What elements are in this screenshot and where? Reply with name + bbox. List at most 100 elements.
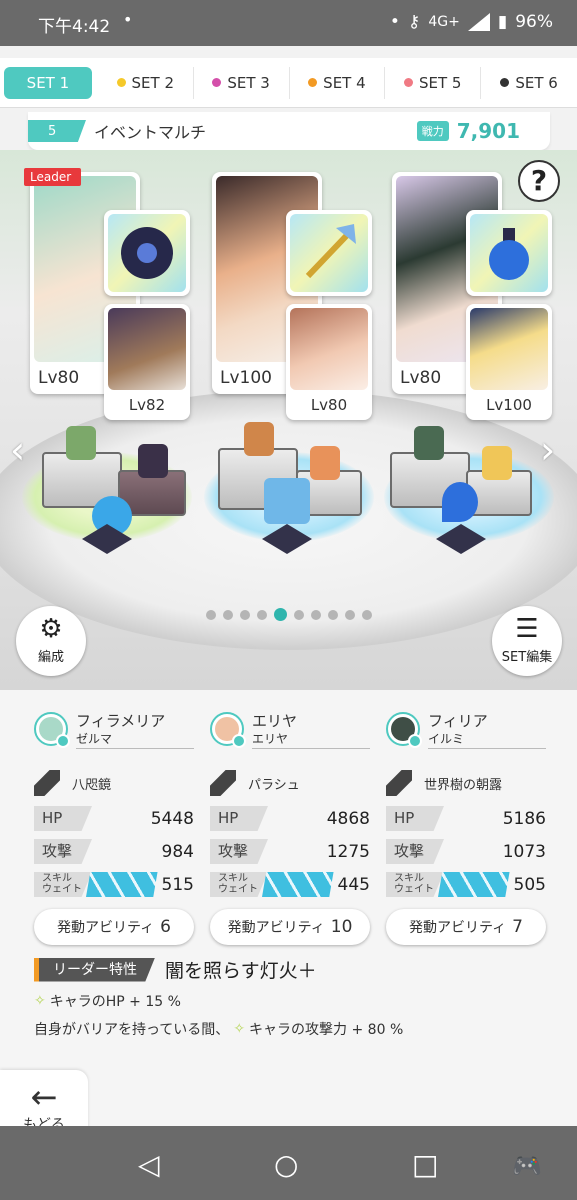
ability-button[interactable]: 発動アビリティ 10 xyxy=(210,909,370,945)
hp-value: 4868 xyxy=(326,808,370,829)
member-header[interactable]: フィリア イルミ xyxy=(386,712,546,758)
ability-button[interactable]: 発動アビリティ 6 xyxy=(34,909,194,945)
battery-icon: ▮ xyxy=(497,12,508,32)
weapon-row: パラシュ xyxy=(210,768,370,798)
skill-wait-bar xyxy=(86,872,158,897)
tab-set-3[interactable]: SET 3 xyxy=(194,66,290,99)
nav-home-icon[interactable]: ○ xyxy=(274,1148,298,1181)
system-nav-bar: ◁ ○ □ 🎮 xyxy=(0,1126,577,1200)
leader-skill-effect-2: キャラの攻撃力 + 80 % xyxy=(249,1022,404,1038)
page-dot[interactable] xyxy=(328,609,338,620)
page-dot[interactable] xyxy=(257,609,267,620)
tab-color-dot xyxy=(404,78,413,87)
page-dot[interactable] xyxy=(311,609,321,620)
battery-level: 96% xyxy=(515,12,553,32)
nav-recents-icon[interactable]: □ xyxy=(412,1148,438,1181)
weapon-icon xyxy=(34,770,60,796)
tab-color-dot xyxy=(116,78,126,87)
tab-set-1[interactable]: SET 1 xyxy=(4,66,92,99)
equipment-card[interactable] xyxy=(104,210,190,296)
sub-character-card[interactable]: Lv80 xyxy=(286,304,372,420)
member-name: エリヤ xyxy=(252,712,298,730)
page-dot[interactable] xyxy=(294,609,304,620)
tab-set-6[interactable]: SET 6 xyxy=(481,67,577,99)
page-dot[interactable] xyxy=(345,609,355,620)
main-level: Lv100 xyxy=(220,368,272,388)
page-dot[interactable] xyxy=(206,609,216,620)
tab-set-5[interactable]: SET 5 xyxy=(385,66,482,99)
formation-button[interactable]: ⚙ 編成 xyxy=(16,606,86,676)
skill-wait-value: 515 xyxy=(161,874,194,895)
weapon-icon xyxy=(210,770,236,796)
prev-page-icon[interactable]: ‹ xyxy=(10,428,25,472)
attack-label: 攻撃 xyxy=(34,839,92,864)
skill-wait-row: スキル ウェイト 445 xyxy=(210,872,370,897)
nav-back-icon[interactable]: ◁ xyxy=(138,1148,160,1181)
member-names: フィラメリア ゼルマ xyxy=(76,712,194,749)
ability-button[interactable]: 発動アビリティ 7 xyxy=(386,909,546,945)
ability-count: 6 xyxy=(160,917,171,937)
tab-label: SET 2 xyxy=(131,73,174,92)
main-level: Lv80 xyxy=(400,368,442,388)
sub-member-name: イルミ xyxy=(428,732,465,746)
member-column-1: フィラメリア ゼルマ 八咫鏡 HP 5448 攻撃 984 スキル ウェイト 51… xyxy=(34,712,194,945)
leader-skill-name: 闇を照らす灯火＋ xyxy=(165,960,317,982)
skill-wait-label: スキル ウェイト xyxy=(210,872,268,897)
skill-wait-label-line2: ウェイト xyxy=(42,884,82,895)
unit-slot-1[interactable]: Leader Lv80 Lv82 xyxy=(24,168,200,428)
sub-character-card[interactable]: Lv100 xyxy=(466,304,552,420)
leader-skill-effect-1: キャラのHP + 15 % xyxy=(49,994,181,1010)
skill-wait-row: スキル ウェイト 505 xyxy=(386,872,546,897)
hp-value: 5448 xyxy=(150,808,194,829)
skill-wait-label: スキル ウェイト xyxy=(34,872,92,897)
page-dot[interactable] xyxy=(240,609,250,620)
tab-label: SET 5 xyxy=(419,73,462,92)
skill-wait-bar xyxy=(438,872,510,897)
member-names: フィリア イルミ xyxy=(428,712,546,749)
next-page-icon[interactable]: › xyxy=(540,428,555,472)
equipment-card[interactable] xyxy=(286,210,372,296)
skill-wait-label-line2: ウェイト xyxy=(394,884,434,895)
page-dot[interactable] xyxy=(223,609,233,620)
unit-slot-2[interactable]: Lv100 Lv80 xyxy=(212,168,382,428)
party-bar[interactable]: 5 イベントマルチ 戦力 7,901 xyxy=(28,112,550,150)
set-edit-button[interactable]: ☰ SET編集 xyxy=(492,606,562,676)
party-power: 戦力 7,901 xyxy=(416,119,520,143)
weapon-sprite xyxy=(442,482,478,522)
member-name: フィラメリア xyxy=(76,712,166,730)
weapon-row: 八咫鏡 xyxy=(34,768,194,798)
gamepad-icon[interactable]: 🎮 xyxy=(512,1152,542,1180)
equipment-art xyxy=(108,214,186,292)
tab-set-2[interactable]: SET 2 xyxy=(98,66,194,99)
weapon-badge-icon xyxy=(408,734,422,748)
skill-wait-label-line1: スキル xyxy=(394,873,424,884)
weapon-icon xyxy=(386,770,412,796)
set-tabs: SET 1 SET 2 SET 3 SET 4 SET 5 SET 6 xyxy=(0,58,577,108)
sub-character-portrait xyxy=(108,308,186,390)
avatar xyxy=(386,712,422,748)
status-time: 下午4:42 xyxy=(38,17,111,37)
tab-label: SET 4 xyxy=(323,73,366,92)
page-dot[interactable] xyxy=(362,609,372,620)
formation-icon: ⚙ xyxy=(39,614,63,644)
member-header[interactable]: フィラメリア ゼルマ xyxy=(34,712,194,758)
equipment-card[interactable] xyxy=(466,210,552,296)
unit-pedestal-2 xyxy=(204,412,374,554)
tab-color-dot xyxy=(308,78,318,87)
unit-slot-3[interactable]: Lv80 Lv100 xyxy=(392,168,562,428)
status-bar: 下午4:42 • • ⚷ 4G+ ▮ 96% xyxy=(0,0,577,46)
member-name: フィリア xyxy=(428,712,488,730)
tab-label: SET 6 xyxy=(515,73,558,92)
notification-dot-icon-right: • xyxy=(389,12,400,32)
skill-wait-bar xyxy=(262,872,334,897)
page-dot-active[interactable] xyxy=(274,608,287,621)
party-name[interactable]: イベントマルチ xyxy=(94,119,206,143)
member-header[interactable]: エリヤ エリヤ xyxy=(210,712,370,758)
hp-label: HP xyxy=(34,806,92,831)
sub-character-card[interactable]: Lv82 xyxy=(104,304,190,420)
sparkle-icon: ✧ xyxy=(233,1021,246,1037)
weapon-row: 世界樹の朝露 xyxy=(386,768,546,798)
avatar xyxy=(210,712,246,748)
tab-set-4[interactable]: SET 4 xyxy=(290,66,386,99)
avatar xyxy=(34,712,70,748)
